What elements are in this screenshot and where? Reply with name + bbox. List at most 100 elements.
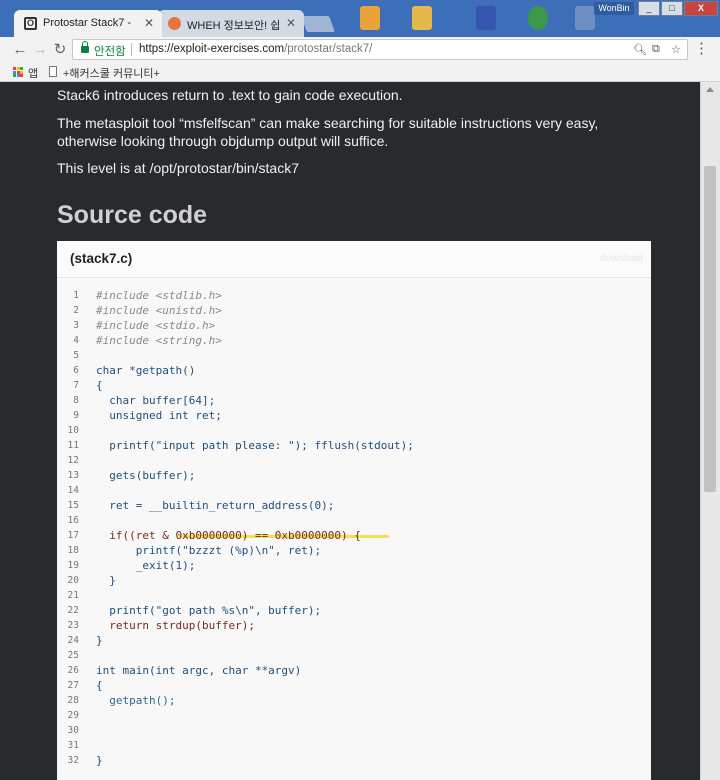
code-text: printf("got path %s\n", buffer); [96, 604, 322, 617]
code-line: 7{ [57, 378, 651, 393]
code-line: 29 [57, 708, 651, 723]
browser-titlebar: O Protostar Stack7 - Explo ✕ WHEH 정보보안! … [0, 0, 720, 37]
scrollbar-thumb[interactable] [704, 166, 716, 492]
translate-icon[interactable]: ⧉ [652, 43, 660, 56]
desktop-folder-icon [412, 6, 432, 30]
code-line: 16 [57, 513, 651, 528]
code-text: gets(buffer); [96, 469, 196, 482]
line-number: 15 [67, 500, 79, 511]
line-number: 26 [67, 665, 79, 676]
desktop-globe-icon [528, 6, 548, 30]
new-tab-button[interactable] [301, 16, 335, 32]
close-window-button[interactable]: X [684, 1, 718, 16]
code-line: 10 [57, 423, 651, 438]
code-text: { [96, 379, 103, 392]
url-text[interactable]: https://exploit-exercises.com/protostar/… [139, 43, 372, 55]
back-arrow-icon[interactable]: ← [11, 41, 29, 59]
code-text: { [96, 679, 103, 692]
intro-paragraph: Stack6 introduces return to .text to gai… [57, 87, 403, 103]
address-bar[interactable]: 안전함 https://exploit-exercises.com/protos… [72, 39, 688, 60]
line-number: 24 [67, 635, 79, 646]
line-number: 29 [67, 710, 79, 721]
code-line: 14 [57, 483, 651, 498]
code-block: 1 #include <stdlib.h> 2 #include <unistd.h>… [57, 278, 651, 780]
line-number: 14 [67, 485, 79, 496]
desktop-app-icon [476, 6, 496, 30]
tab-title: Protostar Stack7 - Explo [43, 17, 135, 29]
line-number: 6 [73, 365, 79, 376]
code-text: int main(int argc, char **argv) [96, 664, 302, 677]
bookmark-apps-label[interactable]: 앱 [28, 65, 38, 81]
code-line: 18 printf("bzzzt (%p)\n", ret); [57, 543, 651, 558]
code-text: } [96, 634, 103, 647]
line-number: 19 [67, 560, 79, 571]
code-line: 22 printf("got path %s\n", buffer); [57, 603, 651, 618]
desktop-folder-icon [360, 6, 380, 30]
line-number: 32 [67, 755, 79, 766]
line-number: 12 [67, 455, 79, 466]
code-line: 26 int main(int argc, char **argv) [57, 663, 651, 678]
line-number: 28 [67, 695, 79, 706]
line-number: 30 [67, 725, 79, 736]
maximize-button[interactable]: □ [661, 1, 683, 16]
page-content: Stack6 introduces return to .text to gai… [6, 82, 700, 780]
code-line: 30 [57, 723, 651, 738]
level-location-paragraph: This level is at /opt/protostar/bin/stac… [57, 160, 299, 176]
code-text: printf("bzzzt (%p)\n", ret); [96, 544, 322, 557]
line-number: 4 [73, 335, 79, 346]
line-number: 22 [67, 605, 79, 616]
code-line: 1 #include <stdlib.h> [57, 288, 651, 303]
bookmark-star-icon[interactable]: ☆ [671, 43, 681, 56]
code-text: printf("input path please: "); fflush(st… [96, 439, 414, 452]
line-number: 5 [73, 350, 79, 361]
code-panel-header: (stack7.c) download [57, 241, 651, 278]
scroll-up-arrow-icon[interactable] [706, 87, 714, 92]
code-text: char buffer[64]; [96, 394, 216, 407]
tab-wheh[interactable]: WHEH 정보보안! 쉽게 C ✕ [158, 10, 304, 37]
code-text: return strdup(buffer); [96, 619, 255, 632]
code-line: 5 [57, 348, 651, 363]
minimize-button[interactable]: _ [638, 1, 660, 16]
code-text: if((ret & 0xb0000000) == 0xb0000000) { [96, 529, 361, 542]
code-line: 3 #include <stdio.h> [57, 318, 651, 333]
zoom-icon[interactable]: 🔍︎ [633, 43, 647, 56]
wheh-favicon-icon [168, 17, 181, 30]
line-number: 31 [67, 740, 79, 751]
code-text: } [96, 754, 103, 767]
line-number: 13 [67, 470, 79, 481]
vertical-scrollbar[interactable] [700, 82, 720, 780]
line-number: 10 [67, 425, 79, 436]
close-tab-icon[interactable]: ✕ [286, 16, 296, 30]
code-line: 27 { [57, 678, 651, 693]
code-line: 25 [57, 648, 651, 663]
code-text: getpath(); [96, 694, 176, 707]
code-line: 23 return strdup(buffer); [57, 618, 651, 633]
code-line: 8 char buffer[64]; [57, 393, 651, 408]
secure-label: 안전함 [94, 46, 126, 58]
code-line: 6 char *getpath() [57, 363, 651, 378]
line-number: 21 [67, 590, 79, 601]
close-tab-icon[interactable]: ✕ [144, 16, 154, 30]
tab-protostar-stack7[interactable]: O Protostar Stack7 - Explo ✕ [14, 10, 162, 37]
code-line: 12 [57, 453, 651, 468]
code-text: } [96, 574, 116, 587]
code-panel: (stack7.c) download 1 #include <stdlib.h>… [57, 241, 651, 780]
code-line: 24} [57, 633, 651, 648]
code-text: ret = __builtin_return_address(0); [96, 499, 335, 512]
apps-grid-icon[interactable] [13, 67, 23, 77]
profile-badge[interactable]: WonBin [594, 2, 634, 15]
reload-icon[interactable]: ↻ [51, 41, 69, 59]
exploit-exercises-favicon-icon: O [24, 17, 37, 30]
line-number: 27 [67, 680, 79, 691]
bookmarks-bar: 앱 +해커스쿨 커뮤니티+ [0, 63, 720, 82]
code-text: char *getpath() [96, 364, 196, 377]
code-line: 21 [57, 588, 651, 603]
download-link[interactable]: download [600, 253, 643, 264]
msfelfscan-paragraph: The metasploit tool “msfelfscan” can mak… [57, 115, 599, 149]
code-line: 9 unsigned int ret; [57, 408, 651, 423]
line-number: 25 [67, 650, 79, 661]
code-line: 28 getpath(); [57, 693, 651, 708]
chrome-menu-icon[interactable]: ⋮ [694, 41, 709, 56]
forward-arrow-icon[interactable]: → [31, 41, 49, 59]
bookmark-hackerschool[interactable]: +해커스쿨 커뮤니티+ [63, 65, 160, 81]
